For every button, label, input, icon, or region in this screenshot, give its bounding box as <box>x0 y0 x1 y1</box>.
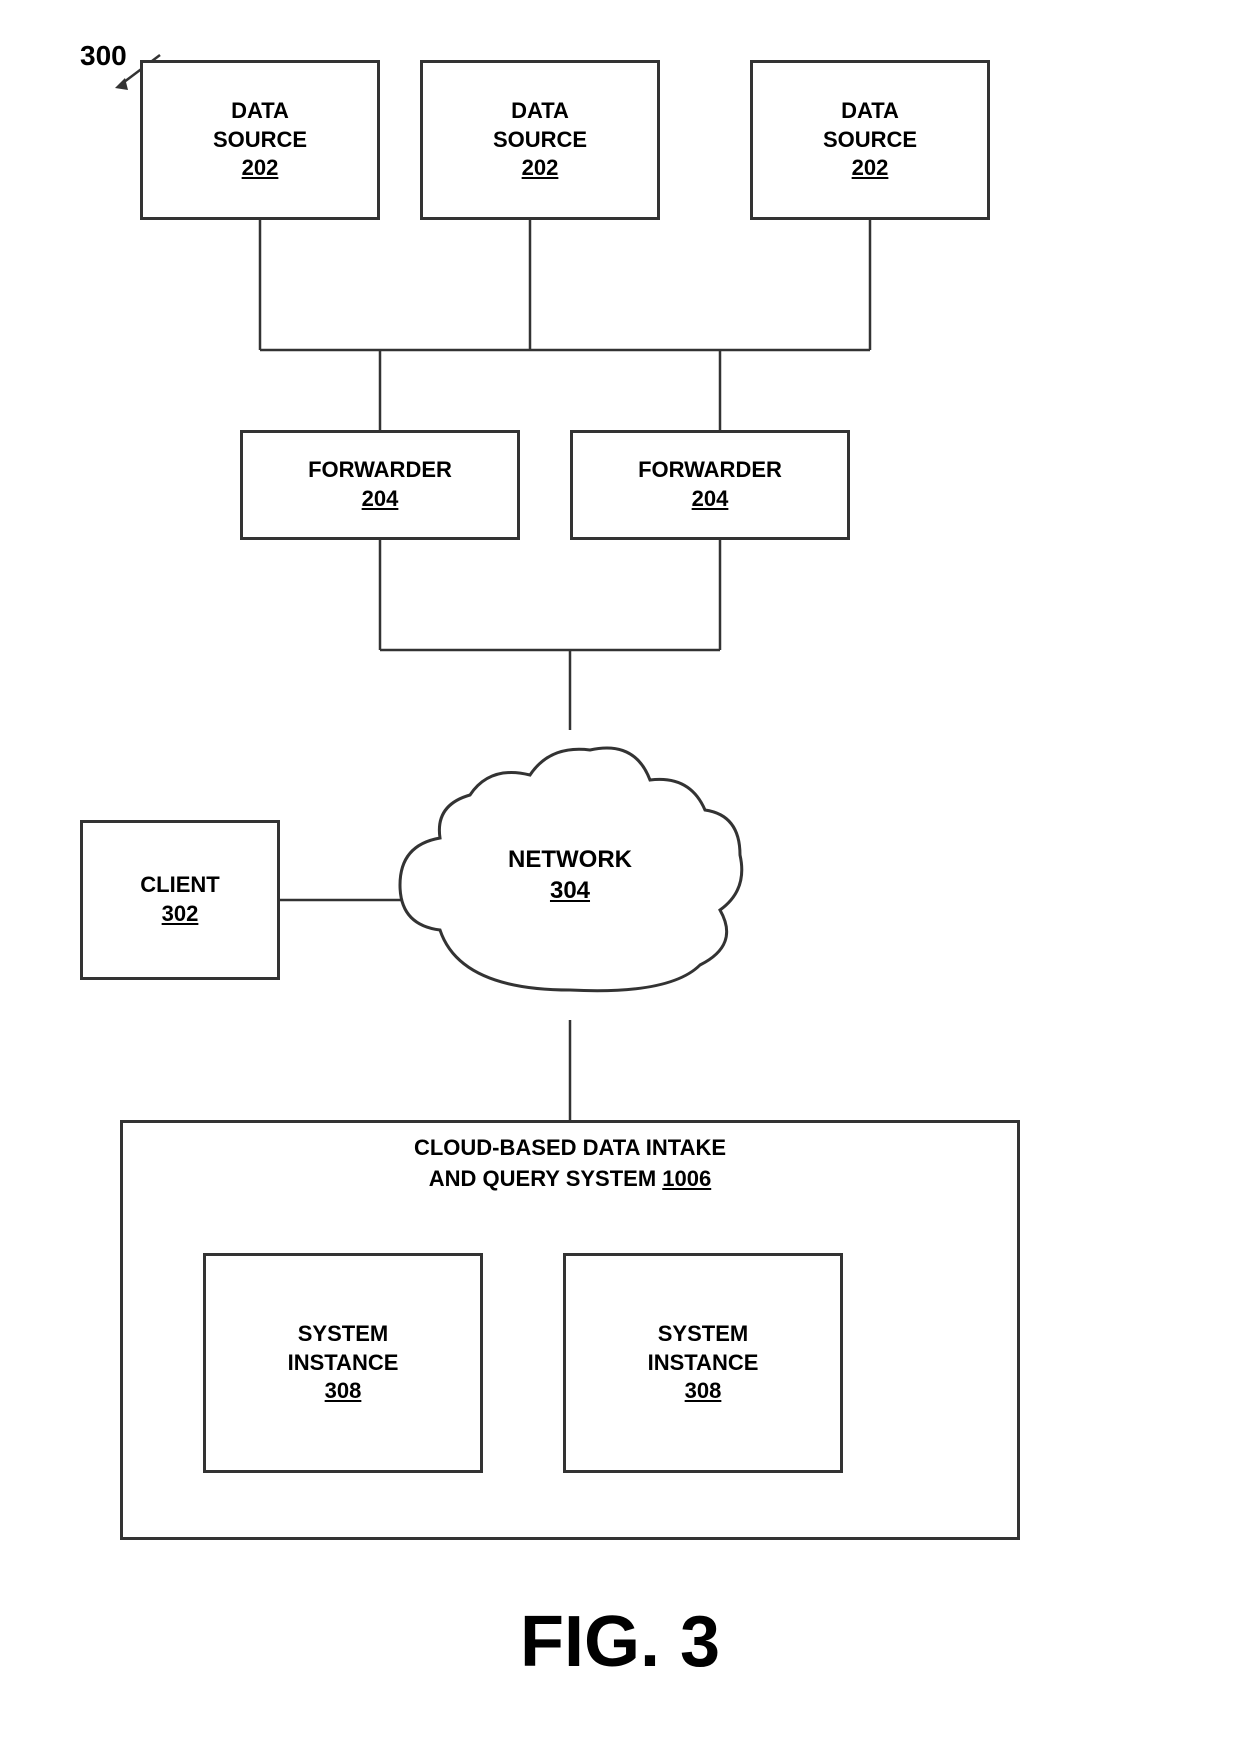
data-source-3-label: DATA SOURCE <box>823 97 917 154</box>
data-source-3-box: DATA SOURCE 202 <box>750 60 990 220</box>
network-label: NETWORK 304 <box>508 844 632 906</box>
data-source-1-label: DATA SOURCE <box>213 97 307 154</box>
forwarder-1-label: FORWARDER <box>308 456 452 485</box>
data-source-2-box: DATA SOURCE 202 <box>420 60 660 220</box>
forwarder-2-box: FORWARDER 204 <box>570 430 850 540</box>
cloud-system-outer-box: CLOUD-BASED DATA INTAKEAND QUERY SYSTEM … <box>120 1120 1020 1540</box>
data-source-2-label: DATA SOURCE <box>493 97 587 154</box>
system-instance-1-box: SYSTEM INSTANCE 308 <box>203 1253 483 1473</box>
data-source-3-ref: 202 <box>852 154 889 183</box>
system-instance-2-label: SYSTEM INSTANCE <box>648 1320 759 1377</box>
forwarder-2-label: FORWARDER <box>638 456 782 485</box>
diagram-container: 300 DATA SOURCE 202 DATA SOURCE 202 DATA… <box>0 0 1240 1743</box>
system-instance-1-ref: 308 <box>325 1377 362 1406</box>
cloud-system-title: CLOUD-BASED DATA INTAKEAND QUERY SYSTEM … <box>123 1123 1017 1205</box>
forwarder-1-box: FORWARDER 204 <box>240 430 520 540</box>
figure-label: FIG. 3 <box>520 1601 720 1683</box>
data-source-1-ref: 202 <box>242 154 279 183</box>
data-source-1-box: DATA SOURCE 202 <box>140 60 380 220</box>
forwarder-1-ref: 204 <box>362 485 399 514</box>
forwarder-2-ref: 204 <box>692 485 729 514</box>
network-cloud: NETWORK 304 <box>380 730 760 1020</box>
system-instance-2-ref: 308 <box>685 1377 722 1406</box>
data-source-2-ref: 202 <box>522 154 559 183</box>
client-box: CLIENT 302 <box>80 820 280 980</box>
client-label: CLIENT <box>140 871 219 900</box>
system-instance-2-box: SYSTEM INSTANCE 308 <box>563 1253 843 1473</box>
client-ref: 302 <box>162 900 199 929</box>
system-instance-1-label: SYSTEM INSTANCE <box>288 1320 399 1377</box>
